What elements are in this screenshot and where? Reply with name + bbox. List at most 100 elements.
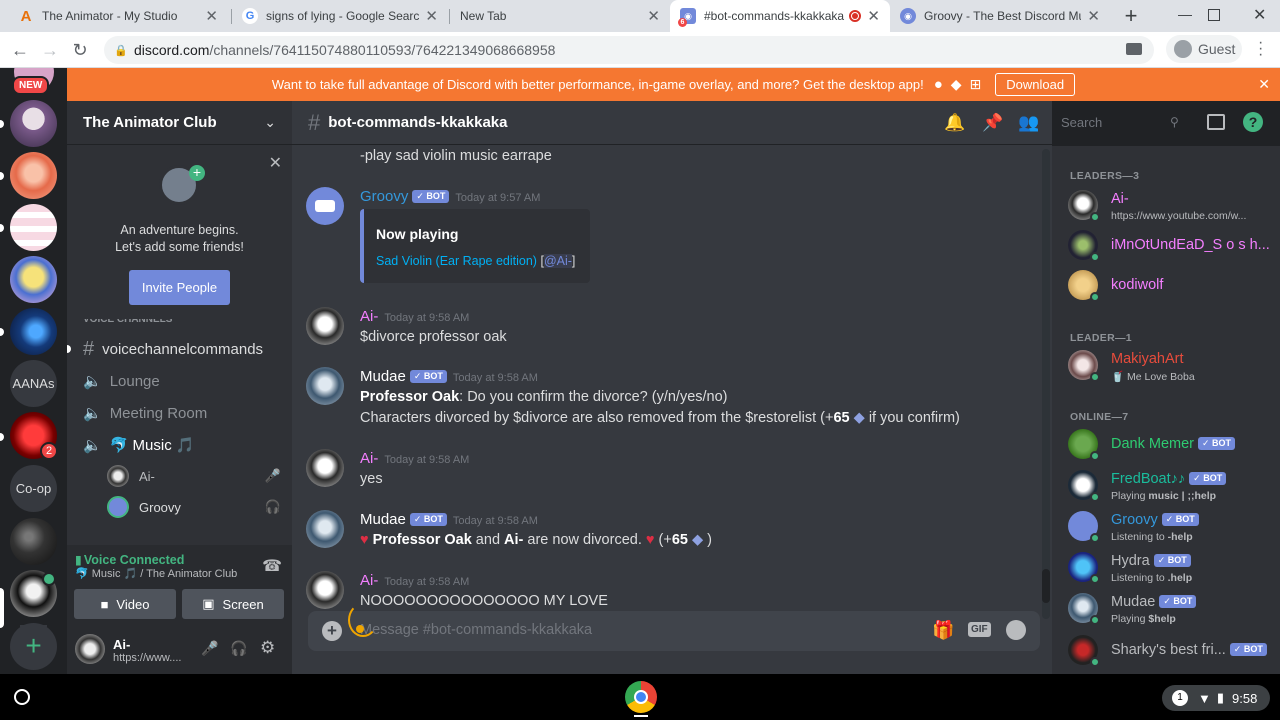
category-voice-channels[interactable]: VOICE CHANNELS [83, 319, 273, 327]
browser-tab[interactable]: A The Animator - My Studio ✕ [8, 0, 228, 32]
banner-close-icon[interactable]: ✕ [1258, 76, 1270, 93]
speaker-icon: 🔈 [83, 405, 102, 422]
avatar[interactable] [306, 367, 344, 405]
channel-voicechannelcommands[interactable]: # voicechannelcommands [75, 334, 285, 364]
member-fredboat[interactable]: FredBoat♪♪ ✓ BOT Playing music | ;;help [1068, 466, 1273, 506]
camera-blocked-icon[interactable] [1126, 43, 1142, 55]
avatar[interactable] [306, 510, 344, 548]
pin-icon[interactable]: 📌 [982, 113, 1003, 133]
voice-user-groovy[interactable]: Groovy 🎧 [107, 494, 287, 520]
member-kodiwolf[interactable]: kodiwolf [1068, 266, 1273, 306]
gift-icon[interactable]: 🎁 [932, 620, 954, 641]
disconnect-icon[interactable]: ☎ [262, 556, 282, 576]
author-name[interactable]: Mudae [360, 511, 406, 528]
channel-lounge[interactable]: 🔈 Lounge [75, 366, 285, 396]
server-icon[interactable] [10, 256, 57, 303]
inbox-icon[interactable] [1207, 114, 1225, 130]
avatar[interactable] [306, 187, 344, 225]
help-icon[interactable]: ? [1243, 112, 1263, 132]
video-button[interactable]: ■ Video [74, 589, 176, 619]
member-sharky[interactable]: Sharky's best fri... ✓ BOT [1068, 631, 1273, 671]
member-mudae[interactable]: Mudae ✓ BOT Playing $help [1068, 589, 1273, 629]
server-icon[interactable] [10, 204, 57, 251]
broken-heart-icon: ♥ [360, 532, 369, 548]
new-badge: NEW [12, 76, 50, 95]
member-groovy[interactable]: Groovy ✓ BOT Listening to -help [1068, 507, 1273, 547]
member-imnotundead[interactable]: iMnOtUndEaD_S o s h... [1068, 226, 1273, 266]
back-arrow-icon[interactable]: ← [8, 38, 32, 62]
scrollbar[interactable] [1042, 149, 1050, 619]
author-name[interactable]: Groovy [360, 188, 408, 205]
new-tab-button[interactable]: + [1119, 4, 1143, 28]
message-input[interactable]: Message #bot-commands-kkakkaka [360, 622, 592, 638]
tab-close-icon[interactable]: ✕ [647, 7, 660, 25]
search-input[interactable]: Search [1055, 112, 1189, 134]
gif-button[interactable]: GIF [968, 622, 991, 637]
forward-arrow-icon[interactable]: → [38, 38, 62, 62]
channel-music[interactable]: 🔈 🐬 Music 🎵 [75, 430, 285, 460]
bot-tag: ✓ BOT [409, 513, 447, 526]
screen-share-button[interactable]: ▣ Screen [182, 589, 284, 619]
minimize-icon[interactable]: — [1178, 6, 1192, 22]
text-channel-icon: # [308, 109, 321, 135]
emoji-icon[interactable] [1006, 620, 1026, 640]
server-icon-coop[interactable]: Co-op [10, 465, 57, 512]
server-icon[interactable] [10, 308, 57, 355]
member-ai[interactable]: Ai- https://www.youtube.com/w... [1068, 186, 1273, 226]
headphones-icon[interactable]: 🎧 [230, 640, 247, 657]
gear-icon[interactable]: ⚙ [260, 638, 275, 658]
kebab-menu-icon[interactable]: · · · [1258, 35, 1263, 63]
member-hydra[interactable]: Hydra ✓ BOT Listening to .help [1068, 548, 1273, 588]
address-bar[interactable]: 🔒 discord.com/channels/76411507488011059… [104, 36, 1154, 64]
kakera-icon: ◆ [853, 410, 865, 426]
tab-close-icon[interactable]: ✕ [1087, 7, 1100, 25]
avatar[interactable] [306, 449, 344, 487]
reload-icon[interactable]: ↻ [68, 38, 92, 62]
server-icon[interactable] [10, 100, 57, 147]
author-name[interactable]: Mudae [360, 368, 406, 385]
discord-favicon-icon: ◉ 6 [678, 8, 696, 27]
avatar[interactable] [306, 307, 344, 345]
add-server-icon[interactable]: + [10, 623, 57, 670]
member-makiyahart[interactable]: MakiyahArt 🥤 Me Love Boba [1068, 346, 1273, 386]
clock: 9:58 [1232, 690, 1258, 706]
tab-close-icon[interactable]: ✕ [205, 7, 218, 25]
author-name[interactable]: Ai- [360, 308, 378, 325]
server-header[interactable]: The Animator Club ⌄ [67, 101, 292, 145]
browser-tab[interactable]: ◉ Groovy - The Best Discord Music ✕ [890, 0, 1110, 32]
server-icon[interactable] [10, 152, 57, 199]
mic-muted-icon[interactable]: 🎤 [201, 640, 218, 657]
google-favicon-icon: G [242, 8, 258, 24]
author-name[interactable]: Ai- [360, 572, 378, 589]
launcher-icon[interactable] [14, 689, 30, 705]
avatar[interactable] [306, 571, 344, 609]
maximize-icon[interactable] [1208, 9, 1220, 21]
chevron-down-icon: ⌄ [264, 114, 276, 130]
member-dank-memer[interactable]: Dank Memer ✓ BOT [1068, 425, 1273, 465]
author-name[interactable]: Ai- [360, 450, 378, 467]
bell-icon[interactable]: 🔔 [944, 113, 965, 133]
browser-tab[interactable]: G signs of lying - Google Search ✕ [232, 0, 448, 32]
profile-avatar-icon [1174, 40, 1192, 58]
close-icon[interactable]: ✕ [269, 153, 282, 173]
browser-tab[interactable]: New Tab ✕ [450, 0, 670, 32]
members-icon[interactable]: 👥 [1018, 113, 1039, 133]
profile-button[interactable]: Guest [1166, 35, 1242, 63]
track-link[interactable]: Sad Violin (Ear Rape edition) [376, 254, 537, 268]
status-tray[interactable]: 1 ▼ ▮ 9:58 [1162, 685, 1270, 711]
invite-people-button[interactable]: Invite People [129, 270, 230, 305]
tab-close-icon[interactable]: ✕ [867, 7, 880, 25]
download-button[interactable]: Download [995, 73, 1076, 96]
server-icon-aanas[interactable]: AANAs [10, 360, 57, 407]
voice-user-ai[interactable]: Ai- 🎤 [107, 463, 287, 489]
add-attachment-icon[interactable]: + [322, 621, 342, 641]
browser-tab-active[interactable]: ◉ 6 #bot-commands-kkakkaka ✕ [670, 0, 890, 32]
avatar[interactable] [75, 634, 105, 664]
channel-meeting-room[interactable]: 🔈 Meeting Room [75, 398, 285, 428]
window-close-icon[interactable]: ✕ [1253, 5, 1266, 25]
chrome-icon[interactable] [625, 681, 657, 713]
server-icon[interactable] [10, 518, 57, 565]
kakera-icon: ◆ [692, 532, 704, 548]
tab-close-icon[interactable]: ✕ [425, 7, 438, 25]
user-mention[interactable]: @Ai- [543, 254, 572, 268]
